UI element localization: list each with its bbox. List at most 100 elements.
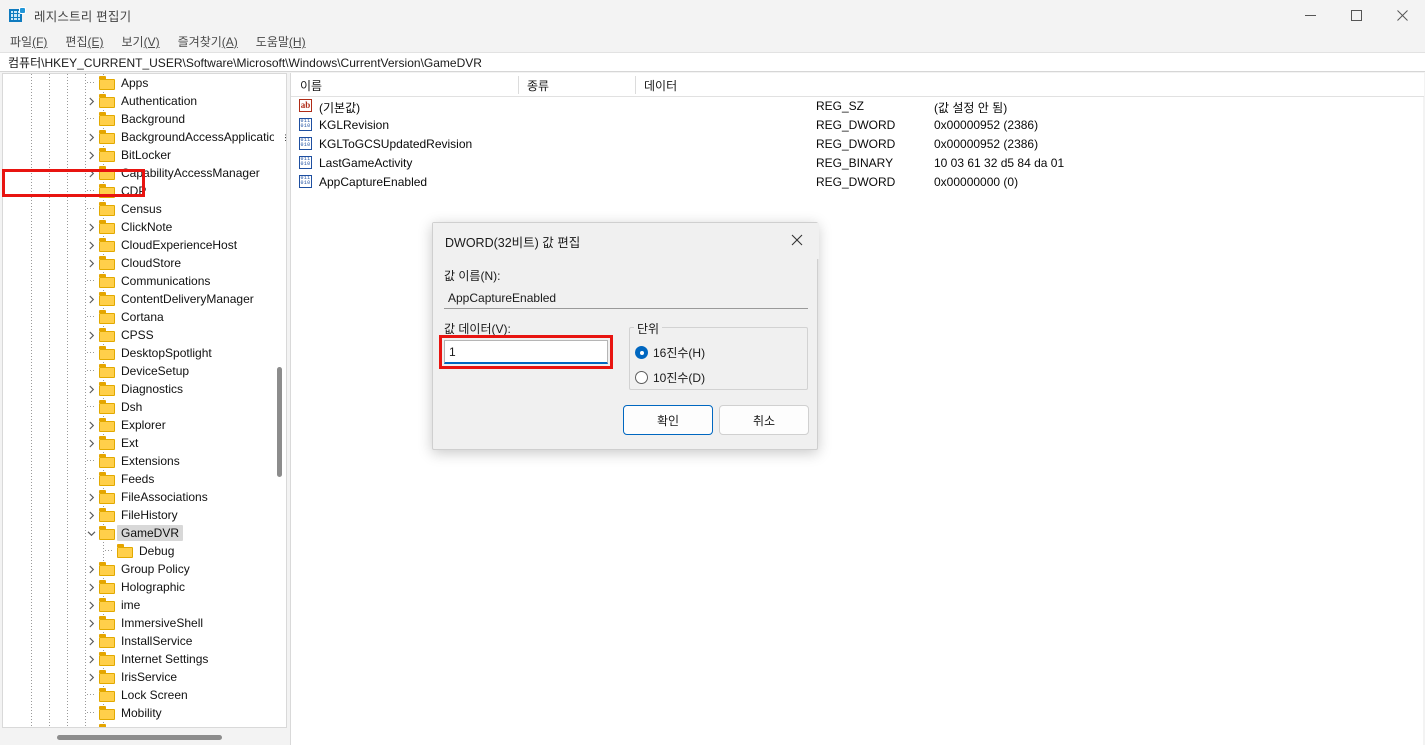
tree-item-contentdeliverymanager[interactable]: ContentDeliveryManager	[3, 290, 286, 308]
tree-item-label: Cortana	[121, 310, 164, 324]
tree-item-census[interactable]: Census	[3, 200, 286, 218]
tree-item-bitlocker[interactable]: BitLocker	[3, 146, 286, 164]
chevron-right-icon[interactable]	[84, 506, 98, 524]
maximize-icon[interactable]	[1333, 0, 1379, 31]
table-row[interactable]: 011 010 KGLRevision REG_DWORD 0x00000952 (23…	[291, 116, 1424, 135]
radio-hexadecimal[interactable]: 16진수(H)	[635, 344, 705, 361]
tree-item-cpss[interactable]: CPSS	[3, 326, 286, 344]
tree-item-extensions[interactable]: Extensions	[3, 452, 286, 470]
ok-button[interactable]: 확인	[623, 405, 713, 435]
chevron-right-icon[interactable]	[84, 164, 98, 182]
tree-item-explorer[interactable]: Explorer	[3, 416, 286, 434]
value-data-input[interactable]	[444, 340, 608, 364]
chevron-right-icon[interactable]	[84, 434, 98, 452]
close-icon[interactable]	[1379, 0, 1425, 31]
tree-item-cortana[interactable]: Cortana	[3, 308, 286, 326]
table-row[interactable]: ab (기본값) REG_SZ (값 설정 안 됨)	[291, 97, 1424, 116]
address-bar[interactable]: 컴퓨터\HKEY_CURRENT_USER\Software\Microsoft…	[0, 52, 1425, 72]
tree-item-backgroundaccessapplications[interactable]: BackgroundAccessApplications	[3, 128, 286, 146]
folder-icon	[99, 490, 116, 504]
tree-item-debug[interactable]: Debug	[3, 542, 286, 560]
tree-item-internet-settings[interactable]: Internet Settings	[3, 650, 286, 668]
tree-item-gamedvr[interactable]: GameDVR	[3, 524, 286, 542]
tree-item-authentication[interactable]: Authentication	[3, 92, 286, 110]
tree-item-label: CloudStore	[121, 256, 182, 270]
tree-item-cdp[interactable]: CDP	[3, 182, 286, 200]
tree-item-communications[interactable]: Communications	[3, 272, 286, 290]
chevron-right-icon[interactable]	[84, 128, 98, 146]
chevron-right-icon[interactable]	[84, 596, 98, 614]
chevron-right-icon[interactable]	[84, 650, 98, 668]
tree-item-feeds[interactable]: Feeds	[3, 470, 286, 488]
column-header-data[interactable]: 데이터	[635, 73, 677, 97]
tree-item-dsh[interactable]: Dsh	[3, 398, 286, 416]
chevron-right-icon[interactable]	[84, 92, 98, 110]
cancel-button[interactable]: 취소	[719, 405, 809, 435]
tree-item-cloudstore[interactable]: CloudStore	[3, 254, 286, 272]
chevron-right-icon[interactable]	[84, 578, 98, 596]
column-header-name[interactable]: 이름	[291, 73, 322, 97]
tree-item-immersiveshell[interactable]: ImmersiveShell	[3, 614, 286, 632]
chevron-right-icon[interactable]	[84, 614, 98, 632]
tree-item-apps[interactable]: Apps	[3, 74, 286, 92]
value-type-cell: REG_DWORD	[816, 137, 896, 151]
tree-item-irisservice[interactable]: IrisService	[3, 668, 286, 686]
tree-item-mobility[interactable]: Mobility	[3, 704, 286, 722]
menu-edit[interactable]: 편집(E)	[56, 31, 112, 52]
chevron-right-icon[interactable]	[84, 632, 98, 650]
chevron-right-icon[interactable]	[84, 218, 98, 236]
chevron-right-icon[interactable]	[84, 668, 98, 686]
menu-favorites[interactable]: 즐겨찾기(A)	[169, 31, 247, 52]
tree-item-clicknote[interactable]: ClickNote	[3, 218, 286, 236]
value-name-label: 값 이름(N):	[444, 269, 501, 283]
tree-item-capabilityaccessmanager[interactable]: CapabilityAccessManager	[3, 164, 286, 182]
table-row[interactable]: 011 010 LastGameActivity REG_BINARY 10 03 61…	[291, 154, 1424, 173]
tree-item-group-policy[interactable]: Group Policy	[3, 560, 286, 578]
chevron-right-icon[interactable]	[84, 146, 98, 164]
value-name-cell: LastGameActivity	[319, 156, 413, 170]
chevron-right-icon[interactable]	[84, 560, 98, 578]
radio-decimal[interactable]: 10진수(D)	[635, 369, 705, 386]
registry-tree-pane[interactable]: Apps Authentication Background BackgroundAc…	[2, 73, 287, 728]
tree-horizontal-scrollbar[interactable]	[2, 730, 287, 744]
menu-view[interactable]: 보기(V)	[113, 31, 169, 52]
chevron-right-icon[interactable]	[84, 380, 98, 398]
column-header-type[interactable]: 종류	[518, 73, 549, 97]
tree-vertical-scroll-thumb[interactable]	[277, 367, 282, 477]
dword-value-icon: 011 010	[299, 137, 312, 150]
tree-item-holographic[interactable]: Holographic	[3, 578, 286, 596]
tree-item-label: CPSS	[121, 328, 154, 342]
chevron-down-icon[interactable]	[84, 524, 98, 542]
tree-item-blank[interactable]	[3, 722, 286, 727]
tree-item-ime[interactable]: ime	[3, 596, 286, 614]
tree-item-diagnostics[interactable]: Diagnostics	[3, 380, 286, 398]
tree-item-label: CapabilityAccessManager	[121, 166, 260, 180]
tree-item-desktopspotlight[interactable]: DesktopSpotlight	[3, 344, 286, 362]
tree-item-fileassociations[interactable]: FileAssociations	[3, 488, 286, 506]
tree-item-background[interactable]: Background	[3, 110, 286, 128]
chevron-right-icon[interactable]	[84, 488, 98, 506]
tree-item-devicesetup[interactable]: DeviceSetup	[3, 362, 286, 380]
tree-item-ext[interactable]: Ext	[3, 434, 286, 452]
minimize-icon[interactable]	[1287, 0, 1333, 31]
menu-help[interactable]: 도움말(H)	[247, 31, 315, 52]
tree-item-installservice[interactable]: InstallService	[3, 632, 286, 650]
value-name-input[interactable]	[444, 287, 808, 309]
table-row[interactable]: 011 010 KGLToGCSUpdatedRevision REG_DWORD 0x…	[291, 135, 1424, 154]
chevron-right-icon[interactable]	[84, 290, 98, 308]
dialog-close-icon[interactable]	[775, 223, 819, 257]
tree-leaf-connector	[84, 110, 98, 128]
table-row[interactable]: 011 010 AppCaptureEnabled REG_DWORD 0x000000…	[291, 173, 1424, 192]
tree-horizontal-scroll-thumb[interactable]	[57, 735, 222, 740]
chevron-right-icon[interactable]	[84, 416, 98, 434]
tree-item-lock-screen[interactable]: Lock Screen	[3, 686, 286, 704]
chevron-right-icon[interactable]	[84, 326, 98, 344]
tree-item-cloudexperiencehost[interactable]: CloudExperienceHost	[3, 236, 286, 254]
tree-leaf-connector	[84, 686, 98, 704]
folder-icon	[99, 688, 116, 702]
tree-item-filehistory[interactable]: FileHistory	[3, 506, 286, 524]
chevron-right-icon[interactable]	[84, 236, 98, 254]
tree-vertical-scrollbar[interactable]	[274, 75, 285, 726]
menu-file[interactable]: 파일(F)	[1, 31, 56, 52]
chevron-right-icon[interactable]	[84, 254, 98, 272]
